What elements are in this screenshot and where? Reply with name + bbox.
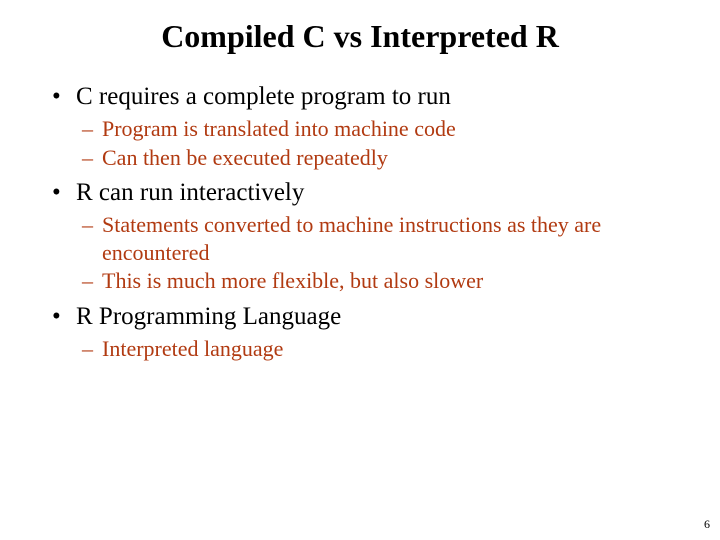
list-item: Program is translated into machine code <box>82 115 680 143</box>
sublist: Interpreted language <box>76 335 680 363</box>
list-item: C requires a complete program to run Pro… <box>50 83 680 171</box>
sublist: Statements converted to machine instruct… <box>76 211 680 295</box>
slide-title: Compiled C vs Interpreted R <box>40 18 680 55</box>
list-item: Interpreted language <box>82 335 680 363</box>
bullet-text: R can run interactively <box>76 179 304 206</box>
sublist: Program is translated into machine code … <box>76 115 680 171</box>
bullet-list: C requires a complete program to run Pro… <box>40 83 680 362</box>
list-item: Can then be executed repeatedly <box>82 144 680 172</box>
list-item: Statements converted to machine instruct… <box>82 211 680 266</box>
bullet-text: R Programming Language <box>76 303 341 330</box>
slide: Compiled C vs Interpreted R C requires a… <box>0 0 720 540</box>
bullet-text: C requires a complete program to run <box>76 83 451 110</box>
page-number: 6 <box>704 517 710 532</box>
list-item: This is much more flexible, but also slo… <box>82 267 680 295</box>
list-item: R can run interactively Statements conve… <box>50 179 680 295</box>
list-item: R Programming Language Interpreted langu… <box>50 303 680 363</box>
